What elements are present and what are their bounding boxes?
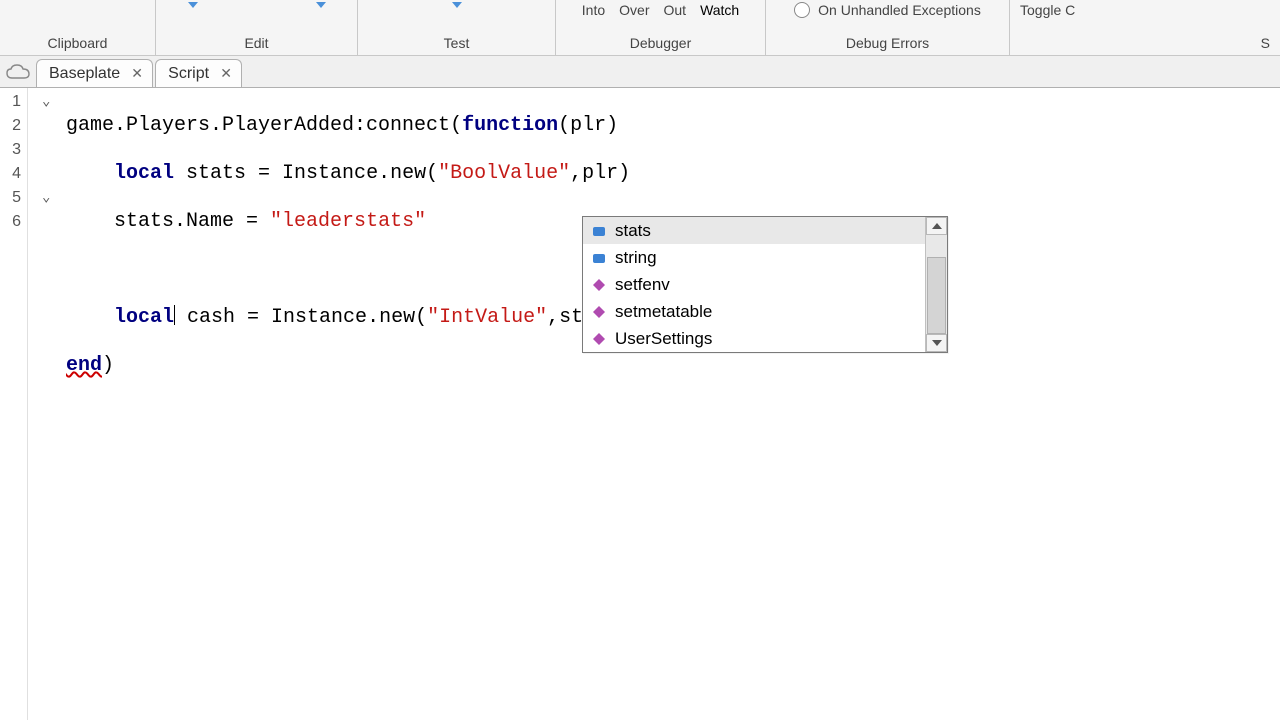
autocomplete-item[interactable]: stats [583, 217, 925, 244]
line-number: 3 [0, 138, 21, 162]
ribbon-group-clipboard: Clipboard [0, 0, 156, 55]
scroll-up-button[interactable] [926, 217, 947, 235]
close-icon[interactable]: ✕ [219, 65, 233, 82]
ribbon-label-edit: Edit [244, 35, 268, 51]
toggle-button[interactable]: Toggle C [1020, 2, 1075, 18]
scroll-down-button[interactable] [926, 334, 947, 352]
test-dropdown-icon[interactable] [452, 2, 462, 8]
scroll-track[interactable] [926, 235, 947, 334]
fold-toggle-icon[interactable]: ⌄ [42, 90, 50, 114]
variable-icon [591, 223, 607, 239]
ribbon-label-debugerrors: Debug Errors [846, 35, 929, 51]
ribbon-label-test: Test [444, 35, 470, 51]
code-editor[interactable]: 1 2 3 4 5 6 ⌄ ⌄ game.Players.PlayerAdded… [0, 88, 1280, 720]
ribbon-group-test: Test [358, 0, 556, 55]
ribbon-group-edit: Edit [156, 0, 358, 55]
scroll-thumb[interactable] [927, 257, 946, 334]
edit-dropdown-icon[interactable] [188, 2, 198, 8]
code-text: game.Players.PlayerAdded:connect( [66, 114, 462, 137]
close-icon[interactable]: ✕ [130, 65, 144, 82]
chevron-up-icon [932, 223, 942, 229]
code-text: ) [102, 354, 114, 377]
ribbon-group-debugerrors: On Unhandled Exceptions Debug Errors [766, 0, 1010, 55]
code-text: ,plr) [570, 162, 630, 185]
autocomplete-list: stats string setfenv setmetatable UserSe… [583, 217, 925, 352]
autocomplete-label: stats [615, 221, 651, 241]
debugger-item-watch[interactable]: Watch [700, 2, 739, 18]
ribbon-label-last: S [1261, 35, 1272, 51]
cloud-icon [4, 60, 32, 84]
autocomplete-label: setfenv [615, 275, 670, 295]
line-number: 4 [0, 162, 21, 186]
code-keyword: function [462, 114, 558, 137]
edit-dropdown-icon-2[interactable] [316, 2, 326, 8]
debugger-item-over[interactable]: Over [619, 2, 649, 18]
function-icon [591, 277, 607, 293]
code-text: (plr) [558, 114, 618, 137]
autocomplete-label: setmetatable [615, 302, 712, 322]
code-text: stats.Name = [66, 210, 270, 233]
autocomplete-item[interactable]: UserSettings [583, 325, 925, 352]
code-text: cash = Instance.new( [175, 306, 427, 329]
code-area[interactable]: game.Players.PlayerAdded:connect(functio… [66, 88, 630, 720]
autocomplete-popup: stats string setfenv setmetatable UserSe… [582, 216, 948, 353]
line-number: 5 [0, 186, 21, 210]
function-icon [591, 331, 607, 347]
code-string: "leaderstats" [270, 210, 426, 233]
debugger-item-out[interactable]: Out [663, 2, 686, 18]
chevron-down-icon [932, 340, 942, 346]
line-number: 1 [0, 90, 21, 114]
code-string: "IntValue" [427, 306, 547, 329]
text-cursor [174, 305, 175, 325]
line-number: 2 [0, 114, 21, 138]
ribbon-toolbar: Clipboard Edit Test Into Over Out Watch … [0, 0, 1280, 56]
ribbon-label-debugger: Debugger [630, 35, 692, 51]
code-text: ,st [547, 306, 583, 329]
tab-baseplate[interactable]: Baseplate ✕ [36, 59, 153, 87]
autocomplete-item[interactable]: setfenv [583, 271, 925, 298]
code-string: "BoolValue" [438, 162, 570, 185]
radio-unhandled-exceptions[interactable] [794, 2, 810, 18]
autocomplete-label: UserSettings [615, 329, 712, 349]
function-icon [591, 304, 607, 320]
ribbon-label-clipboard: Clipboard [48, 35, 108, 51]
line-number: 6 [0, 210, 21, 234]
tab-script[interactable]: Script ✕ [155, 59, 242, 87]
autocomplete-scrollbar[interactable] [925, 217, 947, 352]
fold-toggle-icon[interactable]: ⌄ [42, 186, 50, 210]
tab-label: Script [168, 65, 209, 83]
line-number-gutter: 1 2 3 4 5 6 [0, 88, 28, 720]
fold-gutter: ⌄ ⌄ [28, 88, 66, 720]
code-keyword: local [114, 162, 174, 185]
ribbon-group-debugger: Into Over Out Watch Debugger [556, 0, 766, 55]
code-text: stats = Instance.new( [174, 162, 438, 185]
debugger-item-into[interactable]: Into [582, 2, 605, 18]
code-keyword: end [66, 354, 102, 377]
code-keyword: local [114, 306, 174, 329]
tab-bar: Baseplate ✕ Script ✕ [0, 56, 1280, 88]
autocomplete-item[interactable]: string [583, 244, 925, 271]
ribbon-group-last: Toggle C S [1010, 0, 1280, 55]
autocomplete-label: string [615, 248, 657, 268]
tab-label: Baseplate [49, 65, 120, 83]
variable-icon [591, 250, 607, 266]
debugerrors-option[interactable]: On Unhandled Exceptions [818, 2, 981, 18]
autocomplete-item[interactable]: setmetatable [583, 298, 925, 325]
